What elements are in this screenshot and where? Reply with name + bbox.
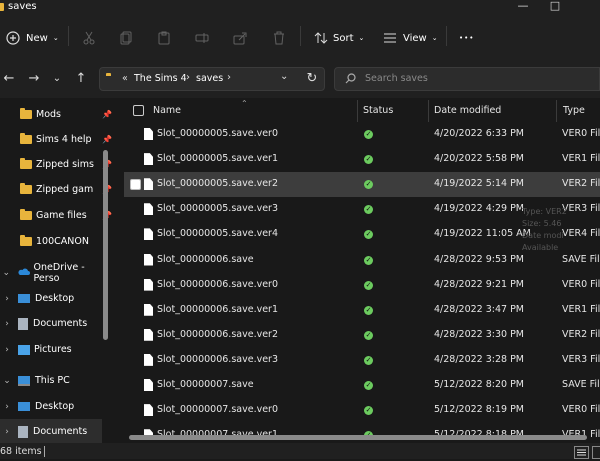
file-type: VER1 File bbox=[562, 303, 600, 315]
file-date-modified: 4/20/2022 5:58 PM bbox=[434, 153, 525, 165]
horizontal-scrollbar[interactable] bbox=[129, 435, 587, 440]
item-count: 68 items bbox=[0, 446, 42, 457]
file-row[interactable]: Slot_00000007.save.ver0 ✓ 5/12/2022 8:19 P… bbox=[124, 398, 600, 423]
tooltip-line: Available bbox=[522, 243, 559, 252]
file-tooltip: Type: VER2 Size: 5.46 Date modi Availabl… bbox=[522, 206, 600, 264]
file-icon bbox=[144, 253, 153, 266]
synced-status-icon: ✓ bbox=[364, 280, 373, 290]
file-icon bbox=[144, 178, 153, 191]
file-row[interactable]: Slot_00000005.save.ver1 ✓ 4/20/2022 5:58 P… bbox=[124, 147, 600, 172]
synced-status-icon: ✓ bbox=[364, 180, 373, 190]
file-type: VER2 File bbox=[562, 328, 600, 340]
file-row[interactable]: Slot_00000005.save.ver2 ✓ 4/19/2022 5:14 P… bbox=[124, 172, 600, 198]
file-type: VER1 File bbox=[562, 153, 600, 165]
tooltip-line: Date modi bbox=[522, 231, 564, 240]
file-icon bbox=[144, 303, 153, 316]
file-date-modified: 4/19/2022 5:14 PM bbox=[434, 178, 525, 190]
file-icon bbox=[144, 353, 153, 366]
file-icon bbox=[144, 328, 153, 341]
synced-status-icon: ✓ bbox=[364, 305, 373, 315]
file-date-modified: 5/12/2022 8:19 PM bbox=[434, 404, 525, 416]
file-row[interactable]: Slot_00000006.save.ver1 ✓ 4/28/2022 3:47 P… bbox=[124, 298, 600, 323]
details-view-button[interactable] bbox=[574, 446, 589, 459]
file-name: Slot_00000007.save.ver0 bbox=[157, 404, 279, 416]
file-name: Slot_00000006.save.ver0 bbox=[157, 278, 279, 290]
file-icon bbox=[144, 128, 153, 140]
file-name: Slot_00000005.save.ver0 bbox=[157, 128, 279, 139]
file-type: VER2 File bbox=[562, 178, 600, 190]
file-icon bbox=[144, 278, 153, 291]
tooltip-line: Size: 5.46 bbox=[522, 219, 562, 228]
synced-status-icon: ✓ bbox=[364, 381, 373, 390]
file-type: VER0 File bbox=[562, 278, 600, 290]
file-date-modified: 4/28/2022 3:28 PM bbox=[434, 353, 525, 365]
file-type: VER0 File bbox=[562, 404, 600, 416]
file-name: Slot_00000005.save.ver4 bbox=[157, 228, 279, 240]
file-type: VER3 File bbox=[562, 353, 600, 365]
file-type: VER0 File bbox=[562, 128, 600, 139]
file-row[interactable]: Slot_00000006.save.ver0 ✓ 4/28/2022 9:21 P… bbox=[124, 273, 600, 298]
file-name: Slot_00000006.save.ver1 bbox=[157, 303, 279, 315]
file-name: Slot_00000006.save.ver2 bbox=[157, 328, 279, 340]
status-bar bbox=[0, 443, 600, 459]
file-row[interactable]: Slot_00000007.save ✓ 5/12/2022 8:20 PM SAVE… bbox=[124, 373, 600, 398]
file-name: Slot_00000005.save.ver1 bbox=[157, 153, 279, 165]
file-list: Slot_00000005.save.ver0 ✓ 4/20/2022 6:33 P… bbox=[0, 0, 600, 437]
file-row[interactable]: Slot_00000006.save.ver2 ✓ 4/28/2022 3:30 P… bbox=[124, 323, 600, 348]
synced-status-icon: ✓ bbox=[364, 130, 373, 139]
synced-status-icon: ✓ bbox=[364, 255, 373, 265]
file-date-modified: 4/19/2022 11:05 AM bbox=[434, 228, 531, 240]
file-icon bbox=[144, 203, 153, 216]
file-row[interactable]: Slot_00000006.save.ver3 ✓ 4/28/2022 3:28 P… bbox=[124, 348, 600, 373]
file-icon bbox=[144, 153, 153, 166]
file-type: SAVE File bbox=[562, 379, 600, 390]
file-date-modified: 4/19/2022 4:29 PM bbox=[434, 203, 525, 215]
synced-status-icon: ✓ bbox=[364, 406, 373, 416]
synced-status-icon: ✓ bbox=[364, 205, 373, 215]
file-date-modified: 4/28/2022 3:47 PM bbox=[434, 303, 525, 315]
file-name: Slot_00000006.save.ver3 bbox=[157, 353, 279, 365]
status-divider bbox=[44, 446, 45, 457]
synced-status-icon: ✓ bbox=[364, 355, 373, 365]
file-name: Slot_00000006.save bbox=[157, 253, 254, 265]
file-date-modified: 5/12/2022 8:20 PM bbox=[434, 379, 525, 390]
file-icon bbox=[144, 379, 153, 391]
large-icons-view-button[interactable] bbox=[592, 446, 600, 459]
file-icon bbox=[144, 228, 153, 241]
synced-status-icon: ✓ bbox=[364, 155, 373, 165]
row-checkbox[interactable] bbox=[130, 179, 141, 191]
file-icon bbox=[144, 404, 153, 417]
file-name: Slot_00000005.save.ver2 bbox=[157, 178, 279, 190]
synced-status-icon: ✓ bbox=[364, 230, 373, 240]
file-name: Slot_00000005.save.ver3 bbox=[157, 203, 279, 215]
tooltip-line: Type: VER2 bbox=[522, 207, 567, 216]
file-date-modified: 4/28/2022 3:30 PM bbox=[434, 328, 525, 340]
file-name: Slot_00000007.save bbox=[157, 379, 254, 390]
file-date-modified: 4/28/2022 9:53 PM bbox=[434, 253, 525, 265]
file-date-modified: 4/20/2022 6:33 PM bbox=[434, 128, 525, 139]
file-date-modified: 4/28/2022 9:21 PM bbox=[434, 278, 525, 290]
file-row[interactable]: Slot_00000005.save.ver0 ✓ 4/20/2022 6:33 P… bbox=[124, 122, 600, 147]
synced-status-icon: ✓ bbox=[364, 330, 373, 340]
